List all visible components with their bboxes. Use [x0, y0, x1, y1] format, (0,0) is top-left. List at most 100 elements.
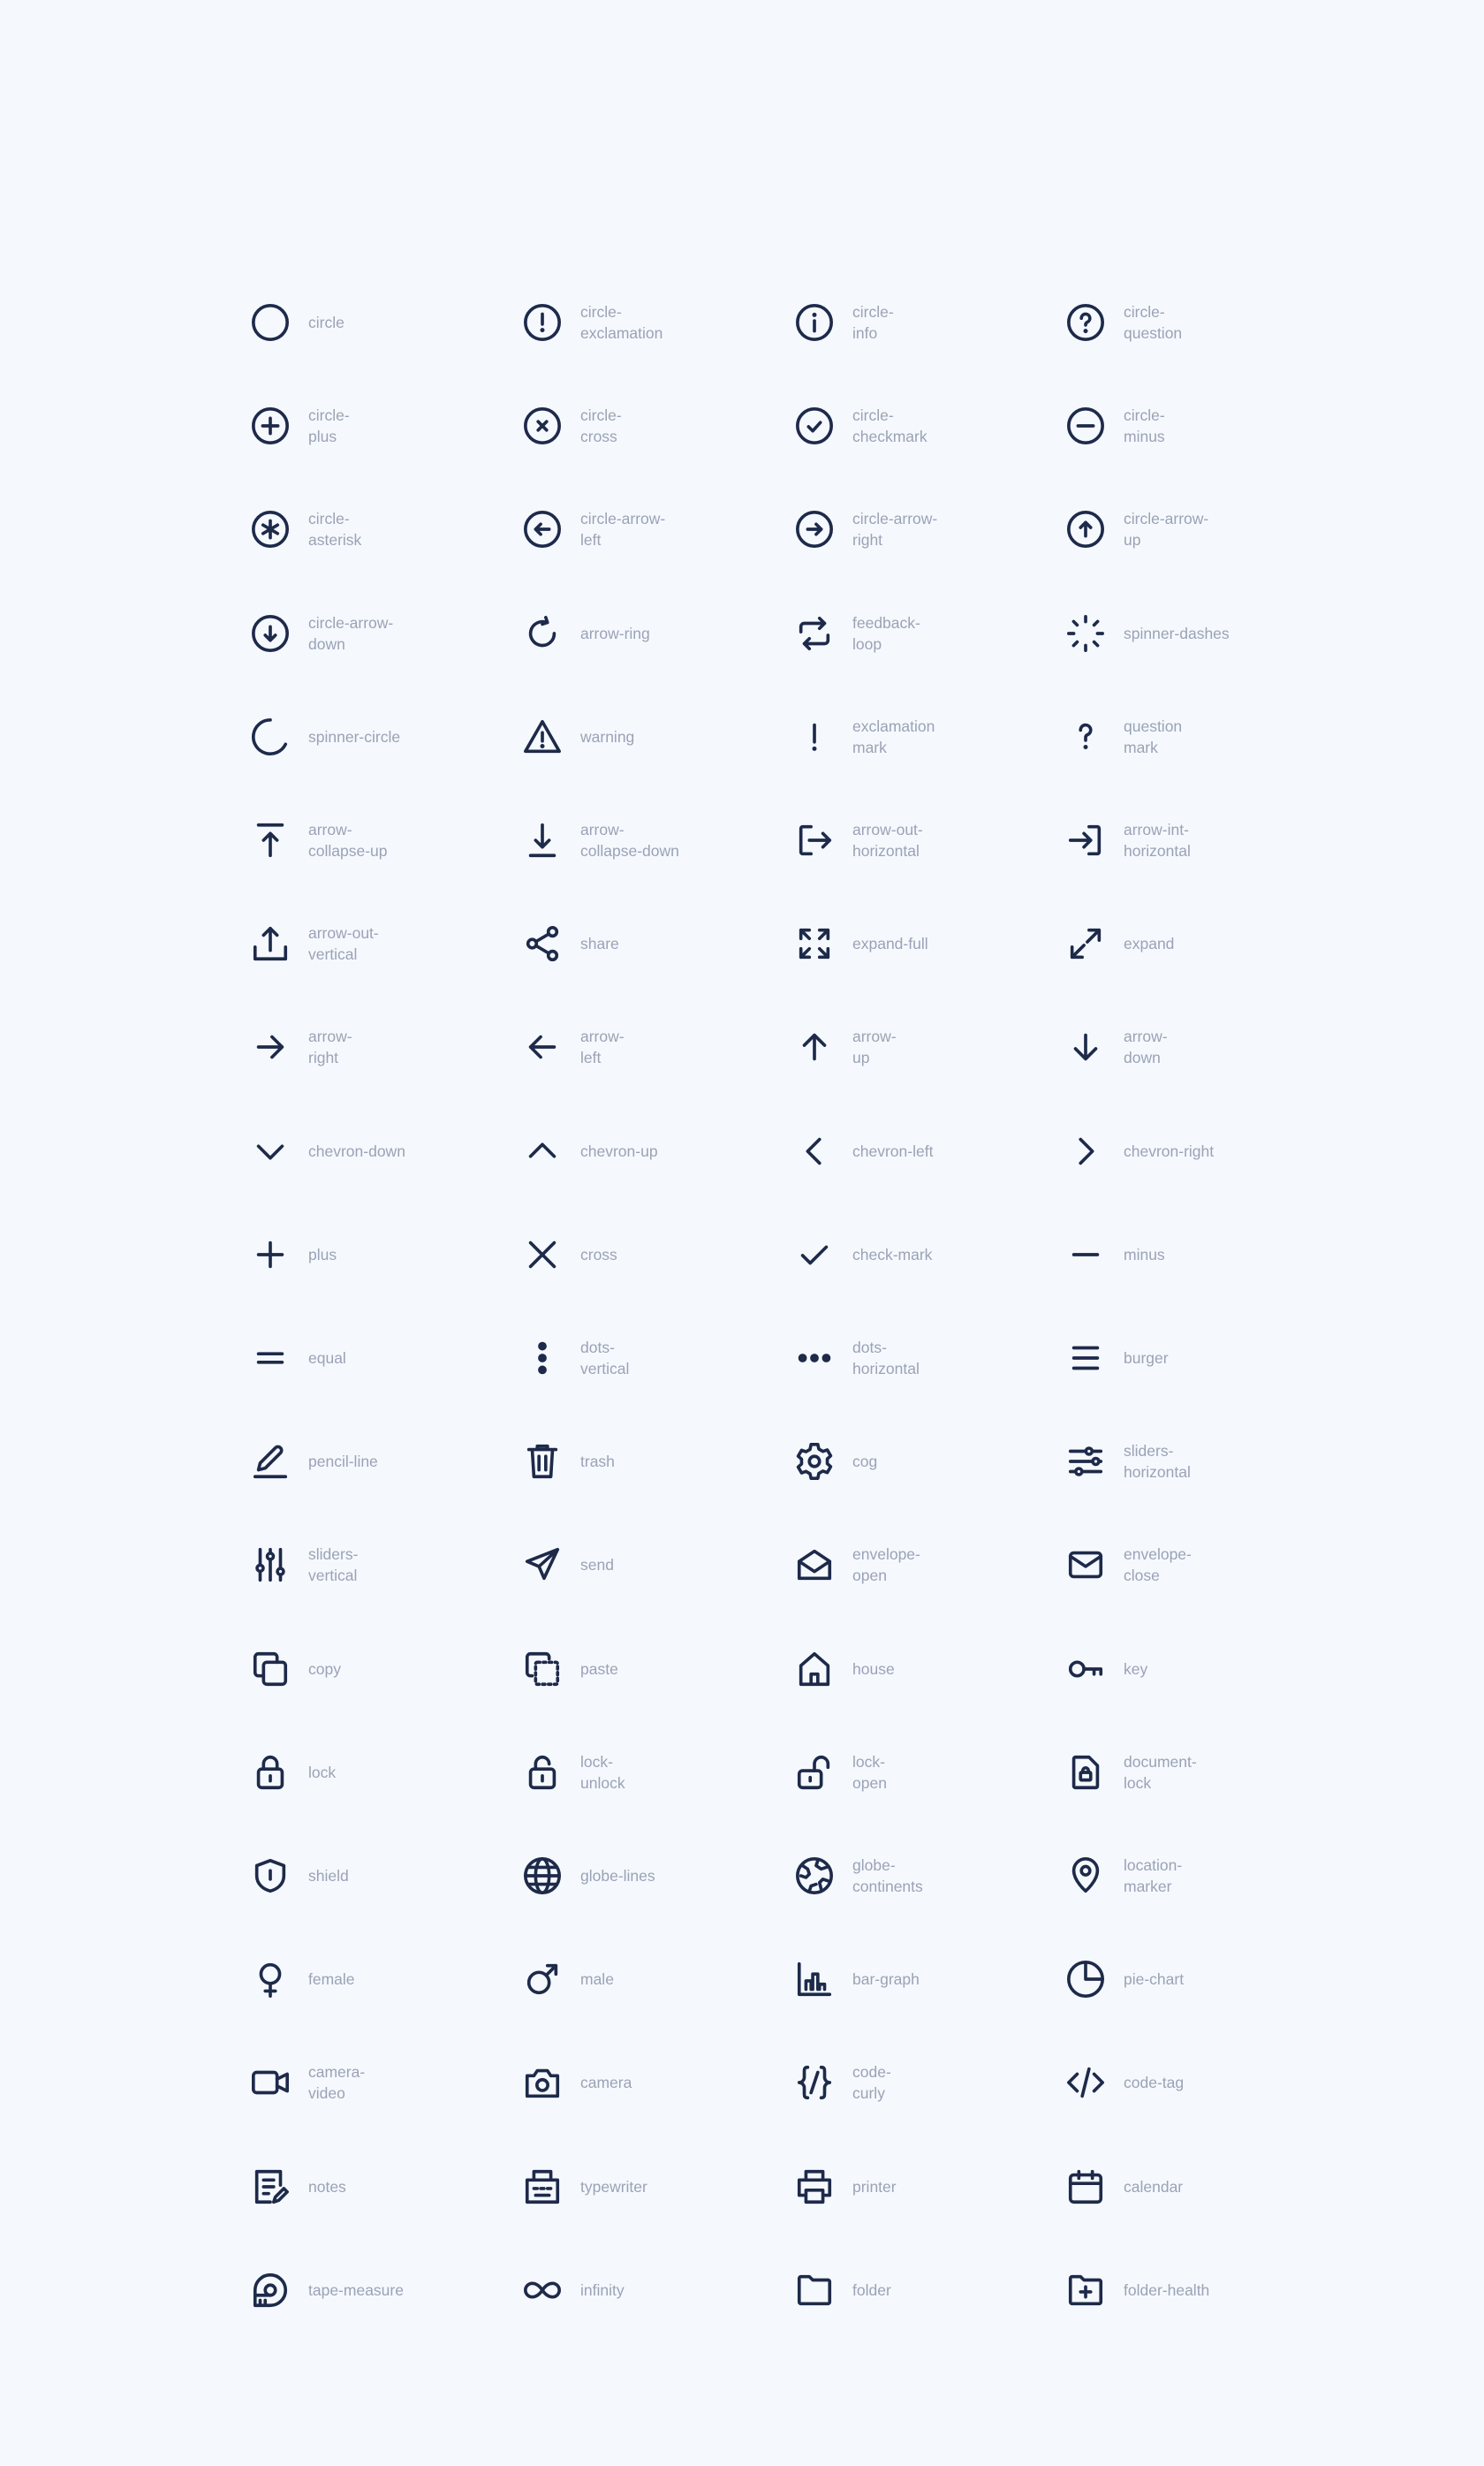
icon-tile-house: house	[794, 1634, 1059, 1704]
arrow-int-horizontal-icon	[1065, 820, 1106, 861]
icon-tile-chevron-right: chevron-right	[1065, 1116, 1330, 1187]
icon-label: pencil-line	[308, 1453, 378, 1471]
circle-arrow-right-icon	[794, 509, 835, 550]
icon-label: paste	[580, 1659, 618, 1678]
chevron-right-icon	[1065, 1131, 1106, 1172]
icon-label: globe- continents	[852, 1856, 923, 1895]
location-marker-icon	[1065, 1855, 1106, 1896]
icon-tile-arrow-out-vertical: arrow-out- vertical	[250, 908, 515, 979]
icon-label: warning	[580, 727, 635, 746]
envelope-close-icon	[1065, 1544, 1106, 1585]
circle-checkmark-icon	[794, 406, 835, 446]
icon-label: lock	[308, 1763, 337, 1781]
circle-question-icon	[1065, 302, 1106, 343]
plus-icon	[250, 1234, 291, 1275]
icon-label: tape-measure	[308, 2280, 404, 2299]
icon-label: cross	[580, 1245, 617, 1263]
shield-icon	[250, 1855, 291, 1896]
icon-tile-circle-arrow-right: circle-arrow- right	[794, 494, 1059, 565]
icon-label: lock- open	[852, 1752, 887, 1792]
icon-label: question mark	[1124, 717, 1183, 756]
icon-tile-typewriter: typewriter	[522, 2151, 787, 2222]
icon-label: arrow- right	[308, 1028, 352, 1067]
circle-arrow-down-icon	[250, 613, 291, 654]
icon-label: female	[308, 1970, 355, 1989]
icon-label: printer	[852, 2177, 897, 2196]
icon-label: shield	[308, 1867, 349, 1885]
icon-label: expand-full	[852, 935, 928, 953]
notes-icon	[250, 2166, 291, 2207]
envelope-open-icon	[794, 1544, 835, 1585]
icon-tile-spinner-circle: spinner-circle	[250, 702, 515, 772]
icon-tile-lock: lock	[250, 1737, 515, 1808]
icon-tile-shield: shield	[250, 1840, 515, 1911]
copy-icon	[250, 1649, 291, 1689]
cog-icon	[794, 1441, 835, 1482]
icon-label: feedback- loop	[852, 613, 920, 653]
circle-info-icon	[794, 302, 835, 343]
icon-tile-lock-open: lock- open	[794, 1737, 1059, 1808]
chevron-left-icon	[794, 1131, 835, 1172]
male-icon	[522, 1959, 563, 1999]
icon-label: house	[852, 1659, 895, 1678]
icon-label: copy	[308, 1659, 341, 1678]
icon-label: circle- info	[852, 303, 894, 342]
icon-label: spinner-dashes	[1124, 624, 1230, 642]
icon-label: chevron-down	[308, 1142, 405, 1160]
icon-tile-arrow-collapse-down: arrow- collapse-down	[522, 805, 787, 876]
icon-label: check-mark	[852, 1245, 933, 1263]
globe-lines-icon	[522, 1855, 563, 1896]
lock-open-icon	[794, 1752, 835, 1793]
icon-tile-arrow-down: arrow- down	[1065, 1012, 1330, 1082]
icon-label: sliders- horizontal	[1124, 1442, 1191, 1482]
dots-vertical-icon	[522, 1338, 563, 1378]
icon-label: folder-health	[1124, 2280, 1210, 2299]
icon-tile-arrow-out-horizontal: arrow-out- horizontal	[794, 805, 1059, 876]
icon-label: camera- video	[308, 2063, 366, 2103]
icon-label: circle-arrow- left	[580, 510, 666, 550]
arrow-collapse-down-icon	[522, 820, 563, 861]
icon-label: share	[580, 935, 619, 953]
icon-tile-spinner-dashes: spinner-dashes	[1065, 598, 1330, 669]
house-icon	[794, 1649, 835, 1689]
icon-tile-circle-checkmark: circle- checkmark	[794, 391, 1059, 461]
icon-tile-dots-vertical: dots- vertical	[522, 1323, 787, 1393]
circle-minus-icon	[1065, 406, 1106, 446]
icon-tile-notes: notes	[250, 2151, 515, 2222]
arrow-right-icon	[250, 1027, 291, 1067]
spinner-circle-icon	[250, 717, 291, 757]
icon-label: circle- cross	[580, 406, 622, 446]
icon-tile-warning: warning	[522, 702, 787, 772]
icon-label: circle- question	[1124, 303, 1183, 342]
icon-tile-chevron-down: chevron-down	[250, 1116, 515, 1187]
expand-full-icon	[794, 923, 835, 964]
icon-label: arrow- up	[852, 1028, 897, 1067]
icon-tile-expand: expand	[1065, 908, 1330, 979]
icon-tile-arrow-collapse-up: arrow- collapse-up	[250, 805, 515, 876]
icon-tile-camera: camera	[522, 2047, 787, 2118]
icon-tile-circle-question: circle- question	[1065, 287, 1330, 358]
icon-label: arrow-int- horizontal	[1124, 821, 1191, 860]
icon-label: lock- unlock	[580, 1752, 625, 1792]
icon-label: pie-chart	[1124, 1970, 1185, 1989]
icon-tile-arrow-up: arrow- up	[794, 1012, 1059, 1082]
icon-tile-cog: cog	[794, 1426, 1059, 1497]
icon-label: circle-arrow- down	[308, 613, 394, 653]
bar-graph-icon	[794, 1959, 835, 1999]
icon-label: envelope- open	[852, 1545, 920, 1585]
icon-label: arrow- collapse-up	[308, 821, 388, 860]
icon-label: spinner-circle	[308, 727, 401, 746]
circle-arrow-left-icon	[522, 509, 563, 550]
icon-label: circle- asterisk	[308, 510, 362, 550]
icon-label: circle- checkmark	[852, 406, 928, 446]
camera-icon	[522, 2062, 563, 2103]
circle-asterisk-icon	[250, 509, 291, 550]
question-mark-icon	[1065, 717, 1106, 757]
icon-tile-copy: copy	[250, 1634, 515, 1704]
check-mark-icon	[794, 1234, 835, 1275]
icon-tile-camera-video: camera- video	[250, 2047, 515, 2118]
icon-grid: circle circle- exclamation circle- info cir…	[0, 0, 1484, 2466]
icon-tile-share: share	[522, 908, 787, 979]
icon-tile-paste: paste	[522, 1634, 787, 1704]
dots-horizontal-icon	[794, 1338, 835, 1378]
